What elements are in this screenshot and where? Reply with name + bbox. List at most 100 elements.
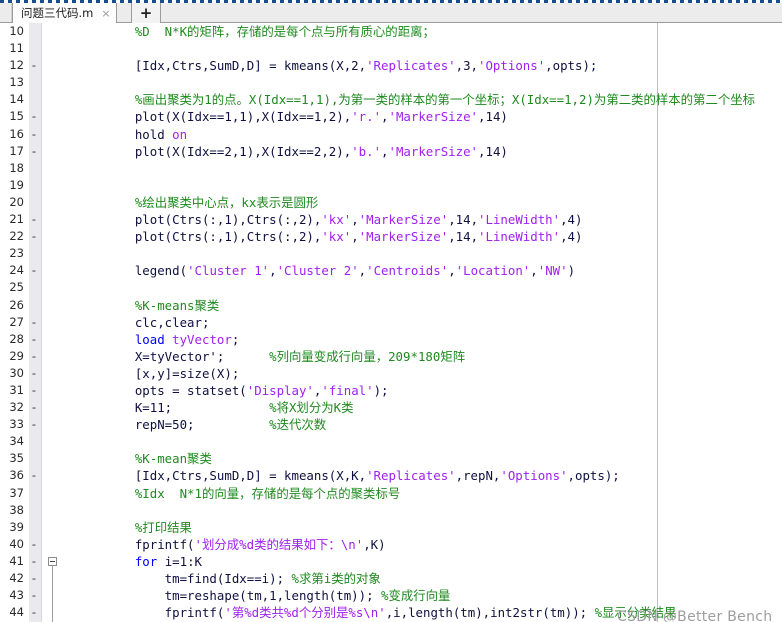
executable-marker: -: [31, 553, 37, 568]
line-number: 20: [9, 194, 24, 209]
code-line[interactable]: 11: [0, 40, 782, 57]
code-line[interactable]: 12- [Idx,Ctrs,SumD,D] = kmeans(X,2,'Repl…: [0, 57, 782, 74]
executable-marker: -: [31, 229, 37, 244]
code-line[interactable]: 41- for i=1:K: [0, 553, 782, 622]
line-number: 43: [9, 588, 24, 603]
code-text: K=11; %将X划分为K类: [105, 399, 354, 416]
code-text: %D N*K的矩阵，存储的是每个点与所有质心的距离；: [105, 23, 435, 40]
line-number: 25: [9, 280, 24, 295]
code-line[interactable]: 31- opts = statset('Display','final');: [0, 382, 782, 399]
code-line[interactable]: 21- plot(Ctrs(:,1),Ctrs(:,2),'kx','Marke…: [0, 211, 782, 228]
line-number: 31: [9, 382, 24, 397]
token-plain: ,repN,: [455, 468, 501, 484]
code-line[interactable]: 17- plot(X(Idx==2,1),X(Idx==2,2),'b.','M…: [0, 143, 782, 160]
token-str: 'LineWidth': [478, 212, 561, 228]
token-str: 'MarkerSize': [388, 143, 479, 159]
line-number: 29: [9, 348, 24, 363]
token-str: 'MarkerSize': [358, 229, 449, 245]
token-plain: ): [567, 263, 576, 279]
token-str: 'MarkerSize': [358, 212, 449, 228]
code-fold-collapse-icon[interactable]: [48, 556, 57, 566]
token-cmt: %变成行向量: [381, 588, 451, 604]
code-line[interactable]: 37 %Idx N*1的向量，存储的是每个点的聚类标号: [0, 485, 782, 502]
code-line[interactable]: 15- plot(X(Idx==1,1),X(Idx==1,2),'r.','M…: [0, 108, 782, 125]
line-number: 33: [9, 417, 24, 432]
code-line[interactable]: 20 %绘出聚类中心点，kx表示是圆形: [0, 194, 782, 211]
code-text: tm=reshape(tm,1,length(tm)); %变成行向量: [105, 587, 451, 604]
code-text: plot(Ctrs(:,1),Ctrs(:,2),'kx','MarkerSiz…: [105, 228, 583, 245]
code-line[interactable]: 34: [0, 433, 782, 450]
token-str: 'Options': [500, 468, 568, 484]
code-text: opts = statset('Display','final');: [105, 382, 389, 399]
token-plain: ,: [358, 263, 367, 279]
code-line[interactable]: 39 %打印结果: [0, 519, 782, 536]
token-kw: load: [105, 331, 173, 347]
token-str: 'Replicates': [366, 468, 456, 484]
code-text: legend('Cluster 1','Cluster 2','Centroid…: [105, 262, 575, 279]
code-text: plot(Ctrs(:,1),Ctrs(:,2),'kx','MarkerSiz…: [105, 211, 583, 228]
token-plain: X=tyVector';: [105, 348, 270, 364]
code-line[interactable]: 19: [0, 177, 782, 194]
token-plain: plot(Ctrs(:,1),Ctrs(:,2),: [105, 229, 322, 245]
code-text: [Idx,Ctrs,SumD,D] = kmeans(X,K,'Replicat…: [105, 467, 620, 484]
executable-marker: -: [31, 417, 37, 432]
code-line[interactable]: 18: [0, 160, 782, 177]
line-number: 12: [9, 58, 24, 73]
line-number: 19: [9, 177, 24, 192]
token-str: 'Centroids': [366, 263, 449, 279]
code-line[interactable]: 26 %K-means聚类: [0, 297, 782, 314]
token-plain: ,14): [478, 109, 508, 125]
code-line[interactable]: 10 %D N*K的矩阵，存储的是每个点与所有质心的距离；: [0, 23, 782, 40]
editor-tab-active[interactable]: 问题三代码.m ×: [12, 3, 117, 23]
line-number: 15: [9, 109, 24, 124]
line-number: 18: [9, 160, 24, 175]
code-line[interactable]: 13: [0, 74, 782, 91]
token-str: 'kx': [321, 212, 352, 228]
code-text: %K-means聚类: [105, 297, 219, 314]
executable-marker: -: [31, 314, 37, 329]
token-cmt: %画出聚类为1的点。X(Idx==1,1),为第一类的样本的第一个坐标；X(Id…: [105, 92, 756, 108]
code-line[interactable]: 33- repN=50; %迭代次数: [0, 416, 782, 433]
code-lines: 10 %D N*K的矩阵，存储的是每个点与所有质心的距离； 11 12- [Idx,…: [0, 23, 782, 622]
code-text: %Idx N*1的向量，存储的是每个点的聚类标号: [105, 485, 400, 502]
close-icon[interactable]: ×: [101, 8, 110, 19]
code-line[interactable]: 29- X=tyVector'; %列向量变成行向量，209*180矩阵: [0, 348, 782, 365]
token-plain: ,K): [363, 536, 386, 552]
code-line[interactable]: 38: [0, 502, 782, 519]
token-plain: ,: [351, 229, 359, 245]
token-plain: ;: [231, 331, 240, 347]
code-line[interactable]: 42- tm=find(Idx==i); %求第i类的对象: [0, 570, 782, 587]
code-line[interactable]: 28- load tyVector;: [0, 331, 782, 348]
code-line[interactable]: 25: [0, 279, 782, 296]
tab-label: 问题三代码.m: [21, 6, 94, 20]
code-line[interactable]: 27- clc,clear;: [0, 314, 782, 331]
line-number: 35: [9, 451, 24, 466]
token-str: 'MarkerSize': [388, 109, 479, 125]
code-editor[interactable]: 10 %D N*K的矩阵，存储的是每个点与所有质心的距离； 11 12- [Idx,…: [0, 23, 782, 622]
code-text: %打印结果: [105, 519, 192, 536]
code-line[interactable]: 24- legend('Cluster 1','Cluster 2','Cent…: [0, 262, 782, 279]
watermark: CSDN @Better Bench: [617, 609, 773, 622]
code-line[interactable]: 40- fprintf('划分成%d类的结果如下：\n',K): [0, 536, 782, 553]
code-line[interactable]: 35 %K-mean聚类: [0, 450, 782, 467]
token-plain: opts = statset(: [105, 382, 247, 398]
token-plain: [Idx,Ctrs,SumD,D] = kmeans(X,K,: [105, 468, 367, 484]
code-line[interactable]: 43- tm=reshape(tm,1,length(tm)); %变成行向量: [0, 587, 782, 604]
token-str: on: [172, 126, 188, 142]
code-line[interactable]: 14 %画出聚类为1的点。X(Idx==1,1),为第一类的样本的第一个坐标；X…: [0, 91, 782, 108]
executable-marker: -: [31, 263, 37, 278]
code-line[interactable]: 22- plot(Ctrs(:,1),Ctrs(:,2),'kx','Marke…: [0, 228, 782, 245]
code-line[interactable]: 23: [0, 245, 782, 262]
code-line[interactable]: 32- K=11; %将X划分为K类: [0, 399, 782, 416]
line-number: 30: [9, 365, 24, 380]
code-line[interactable]: 30- [x,y]=size(X);: [0, 365, 782, 382]
code-line[interactable]: 36- [Idx,Ctrs,SumD,D] = kmeans(X,K,'Repl…: [0, 467, 782, 484]
token-str: 'NW': [537, 263, 568, 279]
new-tab-button[interactable]: +: [131, 3, 161, 23]
code-text: clc,clear;: [105, 314, 210, 331]
code-line[interactable]: 16- hold on: [0, 126, 782, 143]
token-plain: tm=find(Idx==i);: [105, 571, 292, 586]
line-number: 28: [9, 331, 24, 346]
token-plain: ,14,: [448, 212, 479, 228]
